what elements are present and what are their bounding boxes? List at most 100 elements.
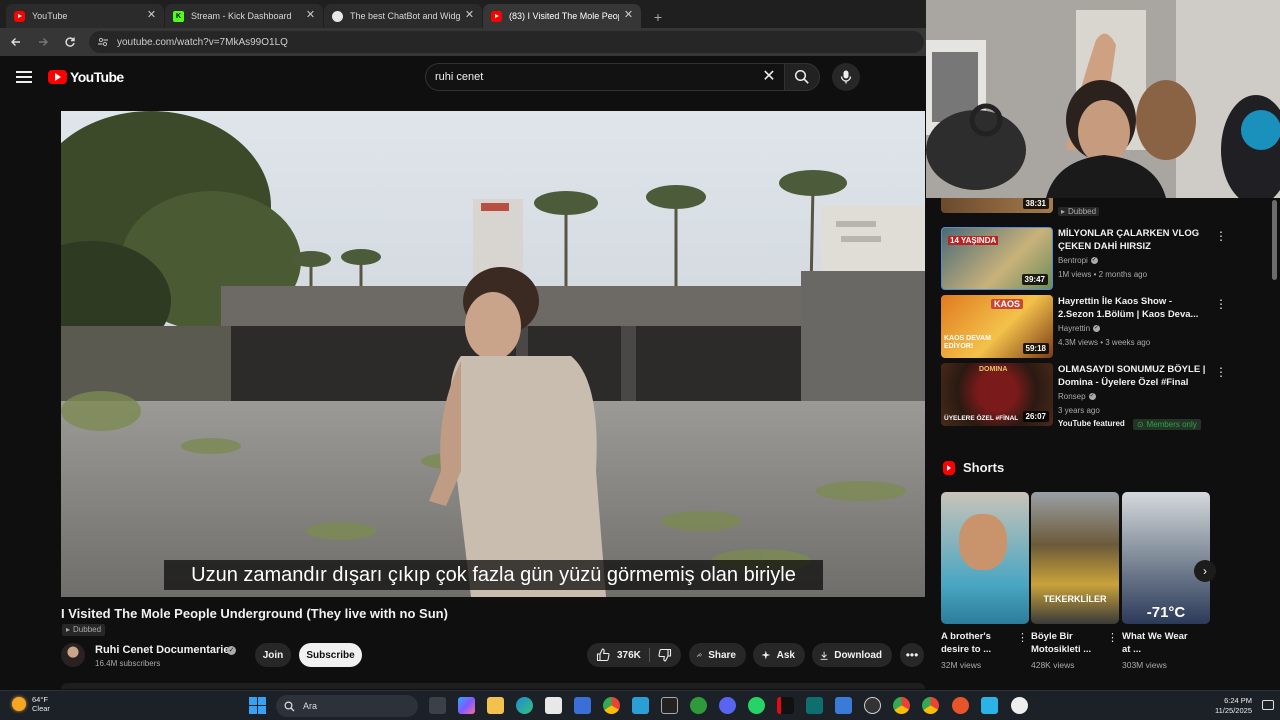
short-title[interactable]: Böyle Bir Motosikleti ... xyxy=(1031,630,1103,656)
app-icon[interactable] xyxy=(835,697,852,714)
scrollbar-thumb[interactable] xyxy=(1272,200,1277,280)
tab-kick-dashboard[interactable]: K Stream - Kick Dashboard ✕ xyxy=(165,4,323,28)
close-icon[interactable]: ✕ xyxy=(145,9,158,22)
tab-chatbot[interactable]: The best ChatBot and Widgets ✕ xyxy=(324,4,482,28)
back-arrow-icon[interactable] xyxy=(5,31,27,53)
epic-games-icon[interactable] xyxy=(661,697,678,714)
browser-tab-strip: YouTube ✕ K Stream - Kick Dashboard ✕ Th… xyxy=(0,0,926,28)
search-box[interactable]: ✕ xyxy=(425,63,784,91)
whatsapp-icon[interactable] xyxy=(748,697,765,714)
ask-button[interactable]: Ask xyxy=(753,643,805,667)
more-options-icon[interactable]: ⋮ xyxy=(1215,365,1227,379)
xbox-icon[interactable] xyxy=(690,697,707,714)
youtube-logo[interactable]: YouTube xyxy=(48,69,124,85)
description-box[interactable] xyxy=(61,683,925,689)
chrome-profile-icon[interactable] xyxy=(922,697,939,714)
channel-name[interactable]: Ruhi Cenet Documentaries xyxy=(95,644,236,656)
recommendation-title[interactable]: OLMASAYDI SONUMUZ BÖYLE | Domina - Üyele… xyxy=(1058,363,1208,389)
chevron-right-icon[interactable]: › xyxy=(1194,560,1216,582)
download-icon xyxy=(820,651,828,660)
recommendation-channel[interactable]: Hayrettin ✓ xyxy=(1058,324,1101,333)
voice-search-button[interactable] xyxy=(832,63,860,91)
more-options-icon[interactable]: ⋮ xyxy=(1215,229,1227,243)
mail-icon[interactable] xyxy=(574,697,591,714)
copilot-icon[interactable] xyxy=(458,697,475,714)
search-input[interactable] xyxy=(435,71,755,83)
search-button[interactable] xyxy=(784,63,820,91)
url-text: youtube.com/watch?v=7MkAs99O1LQ xyxy=(117,36,288,48)
short-thumbnail[interactable]: -71°C xyxy=(1122,492,1210,624)
browser-toolbar: youtube.com/watch?v=7MkAs99O1LQ xyxy=(0,28,926,56)
chrome-profile-icon[interactable] xyxy=(893,697,910,714)
short-title[interactable]: What We Wear at ... xyxy=(1122,630,1194,656)
app-icon[interactable] xyxy=(981,697,998,714)
chrome-icon[interactable] xyxy=(603,697,620,714)
recommendation-channel[interactable]: Bentropi ✓ xyxy=(1058,256,1098,265)
recommendation-badges: YouTube featured ⊙ Members only xyxy=(1058,419,1201,430)
download-button[interactable]: Download xyxy=(812,643,892,667)
windows-taskbar: 64°F Clear Ara 6:24 PM 11/25/2025 xyxy=(0,690,1280,720)
netflix-icon[interactable] xyxy=(777,697,794,714)
app-icon[interactable] xyxy=(1011,697,1028,714)
app-icon[interactable] xyxy=(952,697,969,714)
obs-icon[interactable] xyxy=(864,697,881,714)
more-options-icon[interactable]: ⋮ xyxy=(1215,297,1227,311)
task-view-icon[interactable] xyxy=(429,697,446,714)
thumbnail-text: -71°C xyxy=(1146,604,1186,621)
recommendation-title[interactable]: MİLYONLAR ÇALARKEN VLOG ÇEKEN DAHİ HIRSI… xyxy=(1058,227,1208,253)
video-player[interactable] xyxy=(61,111,925,597)
weather-temperature: 64°F xyxy=(32,695,48,704)
channel-avatar[interactable] xyxy=(61,643,85,667)
tab-mole-people-video[interactable]: (83) I Visited The Mole People U ✕ xyxy=(483,4,641,28)
recommendation-title[interactable]: Hayrettin İle Kaos Show - 2.Sezon 1.Bölü… xyxy=(1058,295,1208,321)
hamburger-menu-icon[interactable] xyxy=(14,67,34,87)
telegram-icon[interactable] xyxy=(632,697,649,714)
discord-icon[interactable] xyxy=(719,697,736,714)
windows-start-icon[interactable] xyxy=(249,697,266,714)
weather-widget[interactable]: 64°F Clear xyxy=(12,695,50,713)
join-button[interactable]: Join xyxy=(255,643,291,667)
recommendation-channel[interactable]: Ronsep ✓ xyxy=(1058,392,1096,401)
notification-icon[interactable] xyxy=(1262,700,1274,710)
like-button[interactable]: 376K xyxy=(587,643,647,667)
new-tab-button[interactable]: + xyxy=(648,6,668,28)
clear-search-icon[interactable]: ✕ xyxy=(762,69,776,85)
tab-youtube[interactable]: YouTube ✕ xyxy=(6,4,164,28)
forward-arrow-icon[interactable] xyxy=(32,31,54,53)
video-thumbnail[interactable]: KAOS KAOS DEVAM EDİYOR! 59:18 xyxy=(941,295,1053,358)
video-thumbnail[interactable]: DOMINA ÜYELERE ÖZEL #FİNAL 26:07 xyxy=(941,363,1053,426)
short-thumbnail[interactable]: TEKERKLİLER xyxy=(1031,492,1119,624)
reload-icon[interactable] xyxy=(59,31,81,53)
file-explorer-icon[interactable] xyxy=(487,697,504,714)
thumbnail-text: 14 YAŞINDA xyxy=(948,236,999,245)
short-thumbnail[interactable] xyxy=(941,492,1029,624)
app-icon[interactable] xyxy=(806,697,823,714)
edge-icon[interactable] xyxy=(516,697,533,714)
subscribe-button[interactable]: Subscribe xyxy=(299,643,362,667)
close-icon[interactable]: ✕ xyxy=(463,9,476,22)
site-info-icon[interactable] xyxy=(97,36,109,48)
subscriber-count: 16.4M subscribers xyxy=(95,659,161,668)
short-title[interactable]: A brother's desire to ... xyxy=(941,630,1013,656)
duration-badge: 26:07 xyxy=(1022,411,1049,422)
more-options-icon[interactable]: ⋮ xyxy=(1017,631,1028,644)
share-button[interactable]: Share xyxy=(689,643,746,667)
recommendation-meta: 3 years ago xyxy=(1058,406,1100,415)
system-clock[interactable]: 6:24 PM 11/25/2025 xyxy=(1215,696,1252,716)
recommendation-meta: 4.3M views • 3 weeks ago xyxy=(1058,338,1151,347)
close-icon[interactable]: ✕ xyxy=(622,9,635,22)
duration-badge: 38:31 xyxy=(1022,198,1049,209)
more-actions-icon[interactable]: ••• xyxy=(900,643,924,667)
more-options-icon[interactable]: ⋮ xyxy=(1107,631,1118,644)
members-icon: ⊙ xyxy=(1136,420,1144,429)
dislike-button[interactable] xyxy=(653,643,677,667)
like-count: 376K xyxy=(617,649,641,661)
thumbnail-text: TEKERKLİLER xyxy=(1043,594,1107,604)
store-icon[interactable] xyxy=(545,697,562,714)
address-bar[interactable]: youtube.com/watch?v=7MkAs99O1LQ xyxy=(89,31,924,53)
close-icon[interactable]: ✕ xyxy=(304,9,317,22)
video-thumbnail[interactable]: 38:31 xyxy=(941,198,1053,213)
chatbot-icon xyxy=(332,10,343,22)
video-thumbnail[interactable]: 14 YAŞINDA 39:47 xyxy=(941,227,1053,290)
taskbar-search[interactable]: Ara xyxy=(276,695,418,717)
